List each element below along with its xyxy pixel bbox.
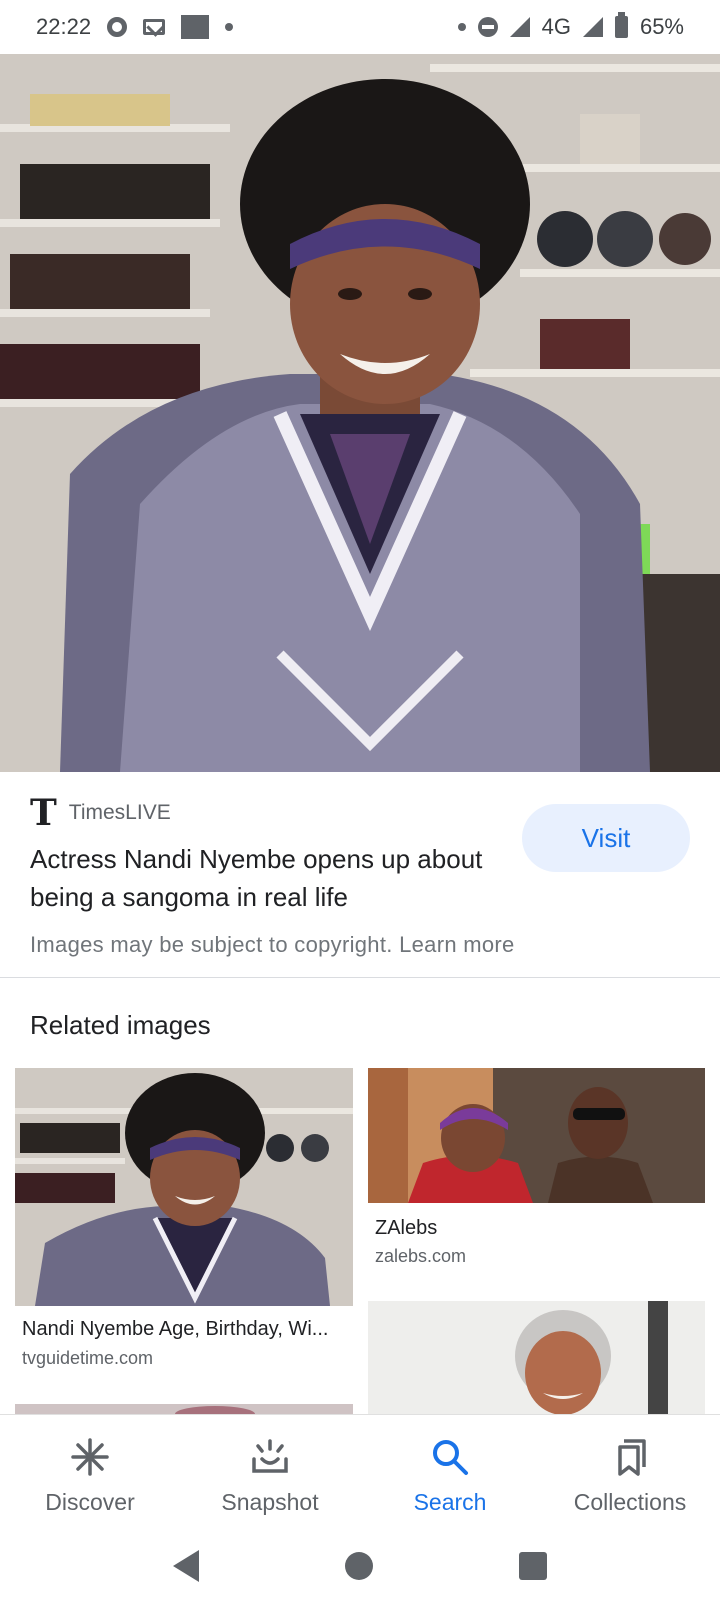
related-caption-1[interactable]: Nandi Nyembe Age, Birthday, Wi... xyxy=(22,1318,352,1341)
battery-level: 65% xyxy=(639,14,684,39)
signal-icon xyxy=(582,17,603,37)
nav-discover[interactable]: Discover xyxy=(0,1415,180,1532)
recent-apps-icon[interactable] xyxy=(519,1552,547,1580)
related-photo-2 xyxy=(368,1068,705,1203)
woman-in-shop-photo xyxy=(0,54,720,772)
nav-search-label: Search xyxy=(413,1489,487,1515)
related-photo-4 xyxy=(15,1404,353,1414)
related-photo-1 xyxy=(15,1068,353,1306)
learn-more-link[interactable]: Learn more xyxy=(399,932,515,957)
dot-icon xyxy=(225,23,234,31)
related-domain-1: tvguidetime.com xyxy=(22,1348,154,1368)
home-icon[interactable] xyxy=(345,1552,373,1580)
battery-icon xyxy=(614,12,628,38)
discover-icon xyxy=(68,1435,112,1479)
back-icon[interactable] xyxy=(173,1550,199,1582)
dnd-icon xyxy=(477,17,498,37)
related-domain-2: zalebs.com xyxy=(375,1246,467,1266)
network-type: 4G xyxy=(541,14,571,39)
collections-icon xyxy=(608,1435,652,1479)
related-image-2[interactable] xyxy=(368,1068,705,1203)
screen: 22:22 4G 65% T TimesLIVE Visit Actress N… xyxy=(0,0,720,1600)
nav-search[interactable]: Search xyxy=(360,1415,540,1532)
snapshot-icon xyxy=(248,1435,292,1479)
nav-discover-label: Discover xyxy=(45,1489,135,1515)
main-image[interactable] xyxy=(0,54,720,772)
divider xyxy=(0,977,720,978)
dot-icon xyxy=(457,23,466,31)
nav-collections-label: Collections xyxy=(573,1489,687,1515)
related-image-3[interactable] xyxy=(368,1301,705,1414)
status-bar: 22:22 4G 65% xyxy=(0,0,720,54)
search-icon xyxy=(428,1435,472,1479)
copyright-text: Images may be subject to copyright. xyxy=(30,932,393,957)
copyright-notice: Images may be subject to copyright. Lear… xyxy=(30,932,515,958)
related-images-heading: Related images xyxy=(30,1010,211,1040)
related-image-4[interactable] xyxy=(15,1404,353,1414)
system-navigation-bar xyxy=(0,1532,720,1600)
nav-snapshot-label: Snapshot xyxy=(221,1489,319,1515)
image-icon xyxy=(181,15,210,39)
signal-icon xyxy=(509,17,530,37)
bottom-navigation: Discover Snapshot Search Collections xyxy=(0,1414,720,1532)
chrome-icon xyxy=(107,17,128,37)
visit-button[interactable]: Visit xyxy=(522,804,690,872)
source-row[interactable]: T TimesLIVE xyxy=(30,795,171,831)
result-title[interactable]: Actress Nandi Nyembe opens up about bein… xyxy=(30,840,500,916)
nav-collections[interactable]: Collections xyxy=(540,1415,720,1532)
nav-snapshot[interactable]: Snapshot xyxy=(180,1415,360,1532)
gmail-icon xyxy=(143,19,166,35)
related-photo-3 xyxy=(368,1301,705,1414)
related-caption-2[interactable]: ZAlebs xyxy=(375,1217,695,1240)
clock: 22:22 xyxy=(36,14,92,39)
related-image-1[interactable] xyxy=(15,1068,353,1306)
timeslive-logo-icon: T xyxy=(30,792,57,834)
source-name: TimesLIVE xyxy=(68,801,171,824)
